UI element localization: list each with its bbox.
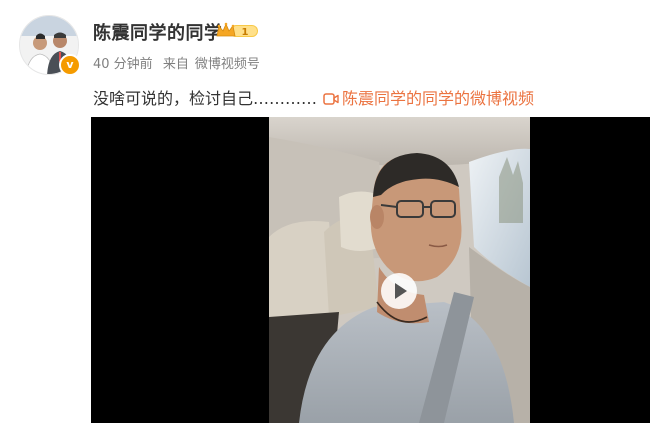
video-camera-icon bbox=[323, 93, 339, 105]
play-button[interactable] bbox=[381, 273, 417, 309]
weibo-post: v 陈震同学的同学 1 40 分钟前 来自 微博视频号 没啥可说的，检讨自己………… bbox=[0, 0, 650, 423]
username[interactable]: 陈震同学的同学 bbox=[93, 19, 223, 45]
video-link[interactable]: 陈震同学的同学的微博视频 bbox=[323, 89, 534, 108]
video-player[interactable] bbox=[91, 117, 650, 423]
source-link[interactable]: 微博视频号 bbox=[195, 57, 260, 72]
vip-level-text: 1 bbox=[242, 27, 249, 38]
video-thumbnail bbox=[269, 117, 530, 423]
avatar-container[interactable]: v bbox=[19, 15, 81, 76]
post-text: 没啥可说的，检讨自己………… 陈震同学的同学的微博视频 bbox=[93, 85, 534, 109]
post-time[interactable]: 40 分钟前 bbox=[93, 57, 153, 72]
verified-badge-icon: v bbox=[59, 54, 81, 76]
post-body: 没啥可说的，检讨自己………… bbox=[93, 89, 318, 108]
post-meta: 40 分钟前 来自 微博视频号 bbox=[93, 53, 266, 72]
vip-crown-badge-icon[interactable]: 1 bbox=[216, 22, 260, 40]
video-frame bbox=[269, 117, 530, 423]
video-link-label: 陈震同学的同学的微博视频 bbox=[342, 89, 535, 108]
source-prefix: 来自 bbox=[162, 57, 189, 72]
